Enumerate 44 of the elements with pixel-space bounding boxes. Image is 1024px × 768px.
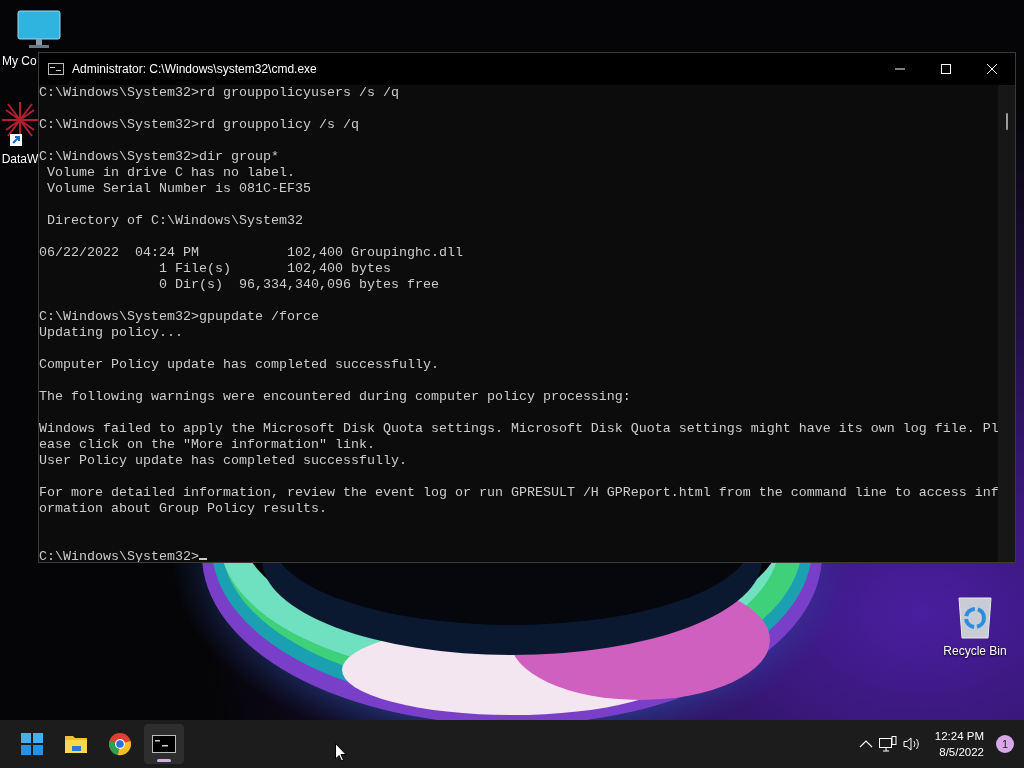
console-line: Updating policy...	[39, 325, 183, 341]
browser-icon	[108, 732, 132, 756]
scrollbar[interactable]	[998, 85, 1015, 562]
console-app-icon	[48, 63, 64, 75]
console-line: Volume Serial Number is 081C-EF35	[46, 181, 311, 197]
command-prompt: C:\Windows\System32>	[39, 549, 199, 562]
scrollbar-thumb[interactable]	[1005, 113, 1008, 130]
console-app-icon	[152, 732, 176, 756]
mouse-pointer-icon	[335, 743, 347, 762]
console-line: C:\Windows\System32>rd grouppolicyusers /s /q	[39, 85, 399, 101]
shortcut-icon[interactable]	[0, 100, 40, 148]
console-line: C:\Windows\System32>gpupdate /force	[39, 309, 319, 325]
console-line: 1 File(s) 102,400 bytes	[157, 261, 391, 277]
text-cursor	[198, 558, 207, 560]
windows-logo-icon	[20, 732, 44, 756]
notification-badge[interactable]: 1	[996, 735, 1014, 753]
volume-icon[interactable]	[902, 736, 921, 752]
console-line: ease click on the "More information" link.	[39, 437, 375, 453]
console-line: C:\Windows\System32>dir group*	[39, 149, 279, 165]
window-title: Administrator: C:\Windows\system32\cmd.exe	[72, 61, 317, 78]
icon-label: Recycle Bin	[943, 643, 1007, 660]
console-line: Directory of C:\Windows\System32	[46, 213, 303, 229]
console-line: User Policy update has completed successfully.	[39, 453, 407, 469]
console-line: The following warnings were encountered during computer policy processing:	[39, 389, 631, 405]
console-line: ormation about Group Policy results.	[39, 501, 327, 517]
network-icon[interactable]	[878, 736, 897, 752]
console-line: Windows failed to apply the Microsoft Disk Quota settings. Microsoft Disk Quota settings might have its own log file. Pl	[39, 421, 998, 437]
console-line: Computer Policy update has completed successfully.	[39, 357, 439, 373]
console-line: 06/22/2022 04:24 PM 102,400 Groupinghc.dll	[39, 245, 463, 261]
close-icon	[987, 64, 997, 74]
icon-label: My Co	[2, 53, 37, 70]
clock-date: 8/5/2022	[938, 745, 984, 760]
console-line: Volume in drive C has no label.	[46, 165, 295, 181]
console-line: 0 Dir(s) 96,334,340,096 bytes free	[157, 277, 439, 293]
icon-label: DataW	[1, 151, 39, 168]
maximize-icon	[941, 64, 951, 74]
console-line: C:\Windows\System32>rd grouppolicy /s /q	[39, 117, 359, 133]
console-line: For more detailed information, review the event log or run GPRESULT /H GPReport.html from the command line to access inf	[39, 485, 998, 501]
monitor-icon[interactable]	[17, 10, 61, 50]
recycle-bin-icon[interactable]	[955, 596, 995, 640]
chevron-up-icon[interactable]	[858, 740, 873, 748]
clock-time: 12:24 PM	[934, 729, 984, 744]
clock[interactable]: 12:24 PM 8/5/2022	[934, 728, 984, 760]
taskbar-app[interactable]	[144, 724, 184, 764]
